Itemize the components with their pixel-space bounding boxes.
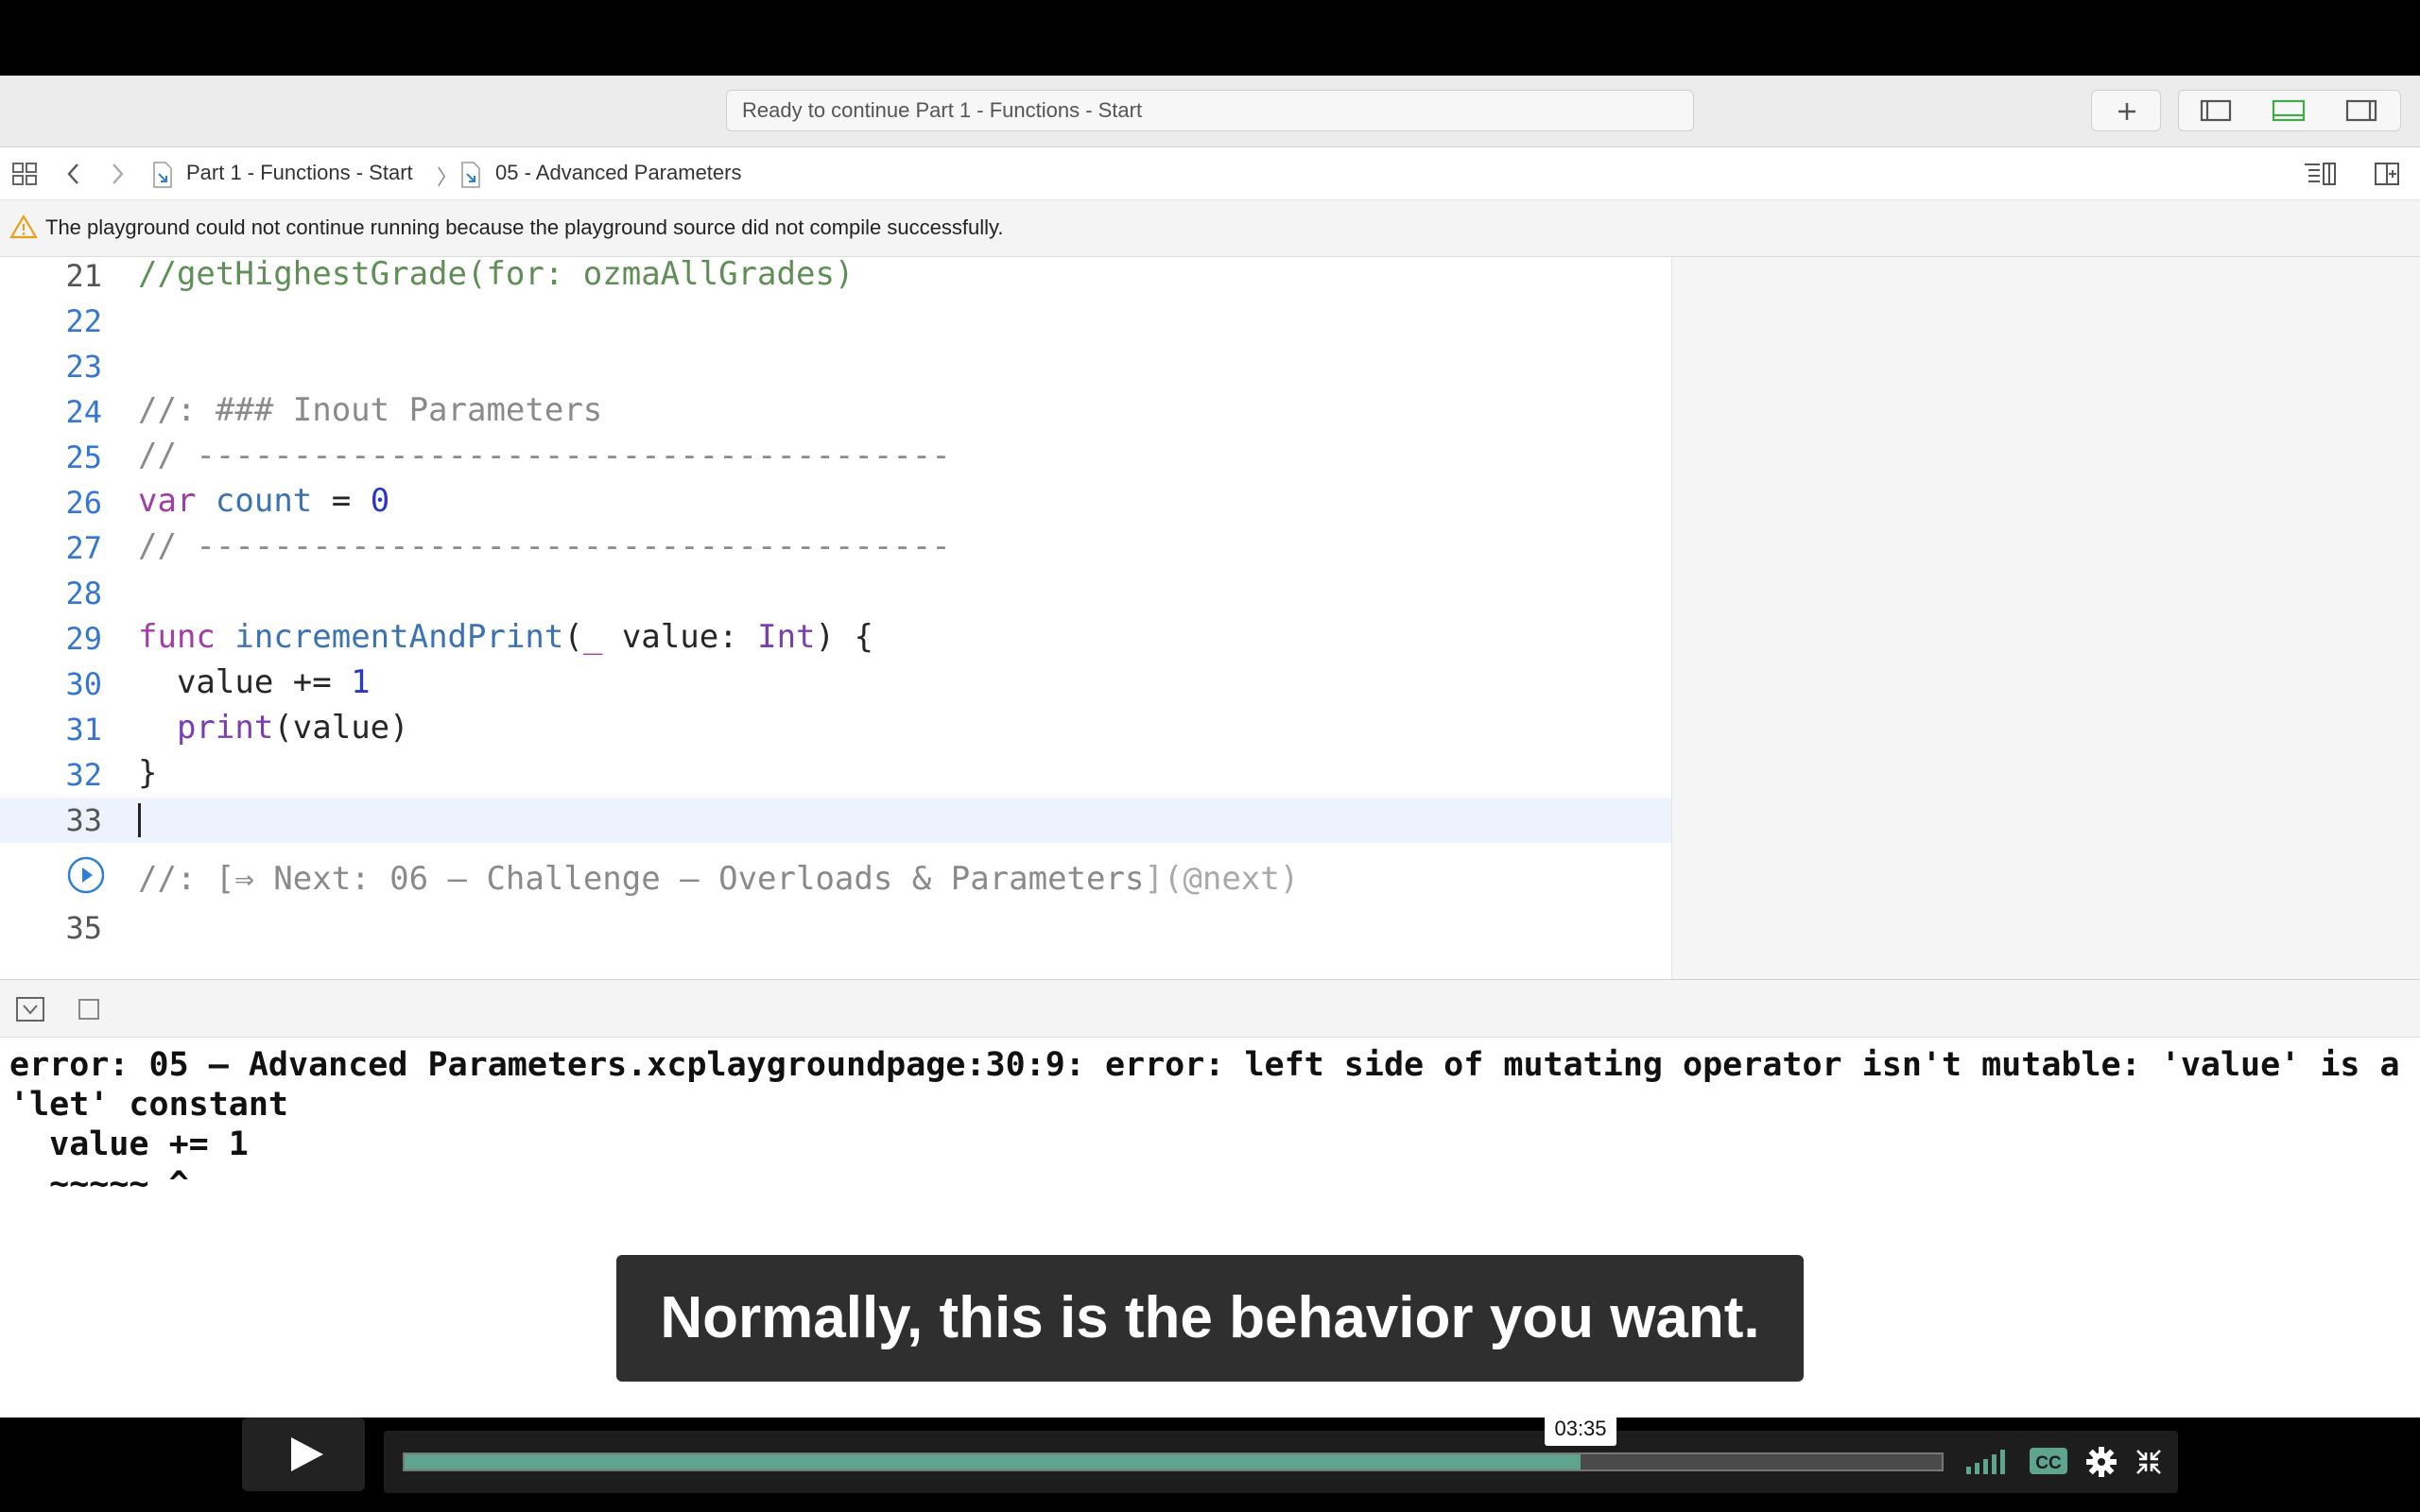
debug-area-toggle-button[interactable] [2252,90,2325,131]
video-top-bar [0,0,2420,76]
line-number: 28 [65,576,102,611]
current-line-highlight [0,798,1671,843]
fullscreen-icon [2136,1450,2161,1474]
line-number: 25 [65,439,102,475]
line-number: 24 [65,394,102,430]
navigator-toggle-button[interactable] [2178,90,2252,131]
code-line-31: print(value) [138,709,409,747]
type-name: Int [757,618,816,656]
underscore-label: _ [582,618,603,656]
line-number: 35 [65,910,102,946]
plus-icon [2118,103,2135,120]
code-line-32: } [138,754,158,792]
volume-icon [1966,1450,2005,1474]
add-button[interactable] [2091,90,2161,131]
chevron-right-icon [112,163,124,184]
markup-close: ](@next) [1144,860,1300,898]
hide-debug-area-button[interactable] [15,996,45,1027]
code-line-21: //getHighestGrade(for: ozmaAllGrades) [138,255,855,293]
code-line-26: var count = 0 [138,482,389,520]
line-number: 30 [65,666,102,702]
warning-message: The playground could not continue runnin… [45,215,1004,239]
closed-captions-button[interactable]: CC [2029,1446,2068,1481]
warning-icon [9,214,38,245]
collapse-icon [16,997,44,1022]
progress-fill [405,1454,1581,1469]
back-button[interactable] [62,161,85,192]
line-number: 27 [65,530,102,566]
paren: ( [563,618,583,656]
square-icon [78,999,99,1020]
debug-area-icon [2272,99,2306,122]
number-literal: 0 [370,482,390,520]
navigator-panel-icon [2200,99,2232,122]
number-literal: 1 [351,663,371,701]
statement: value += [138,663,352,701]
play-icon [291,1437,323,1471]
chevron-left-icon [67,163,78,184]
closed-captions-icon: CC [2030,1448,2067,1474]
document-outline-icon [2305,163,2336,185]
operator: = [312,482,371,520]
line-number: 29 [65,621,102,657]
settings-button[interactable] [2085,1446,2118,1483]
line-number: 23 [65,349,102,385]
paren: ) { [815,618,873,656]
line-number: 31 [65,712,102,747]
code-line-30: value += 1 [138,663,371,701]
split-editor-icon [2375,163,2399,185]
run-playground-button[interactable] [66,855,106,900]
keyword: var [138,482,197,520]
related-items-button[interactable] [11,161,40,192]
play-button[interactable] [242,1418,365,1491]
keyword: func [138,618,216,656]
next-page-link[interactable]: ⇒ Next: 06 – Challenge – Overloads & Par… [234,860,1144,898]
code-line-24: //: ### Inout Parameters [138,391,603,429]
function-name: incrementAndPrint [234,618,564,656]
activity-status-field: Ready to continue Part 1 - Functions - S… [726,90,1694,131]
console-output: error: 05 – Advanced Parameters.xcplaygr… [9,1046,2400,1189]
video-caption: Normally, this is the behavior you want. [616,1255,1804,1382]
forward-button[interactable] [106,161,129,192]
volume-button[interactable] [1964,1446,2010,1481]
code-line-27: // -------------------------------------… [138,527,951,565]
playground-page-icon [459,161,482,194]
code-line-29: func incrementAndPrint(_ value: Int) { [138,618,873,656]
identifier: count [215,482,313,520]
function-call: print [176,709,274,747]
settings-icon [2086,1447,2117,1477]
line-number: 22 [65,303,102,339]
breadcrumb-project[interactable]: Part 1 - Functions - Start [186,161,413,185]
play-circle-icon [67,856,105,894]
svg-text:CC: CC [2035,1453,2062,1473]
line-number: 21 [65,258,102,294]
text-cursor [138,803,141,837]
playground-file-icon [151,161,174,194]
inspector-panel-icon [2345,99,2377,122]
code-line-25: // -------------------------------------… [138,437,951,474]
debug-area-bar [0,979,2420,1038]
line-number: 33 [65,802,102,838]
editor-options-button[interactable] [2303,159,2341,194]
breadcrumb-separator: 〉 [437,165,458,189]
markup-open: //: [ [138,860,235,898]
time-tooltip: 03:35 [1545,1412,1616,1446]
add-editor-button[interactable] [2373,159,2405,194]
grid-icon [12,163,37,185]
line-number: 32 [65,757,102,793]
code-line-34: //: [⇒ Next: 06 – Challenge – Overloads … [138,860,1299,898]
breadcrumb-page[interactable]: 05 - Advanced Parameters [495,161,741,185]
inspector-toggle-button[interactable] [2325,90,2399,131]
line-number: 26 [65,485,102,521]
fullscreen-button[interactable] [2135,1448,2163,1481]
results-sidebar [1671,257,2420,979]
clear-console-button[interactable] [78,998,102,1027]
arguments: (value) [273,709,409,747]
parameter: value: [602,618,758,656]
